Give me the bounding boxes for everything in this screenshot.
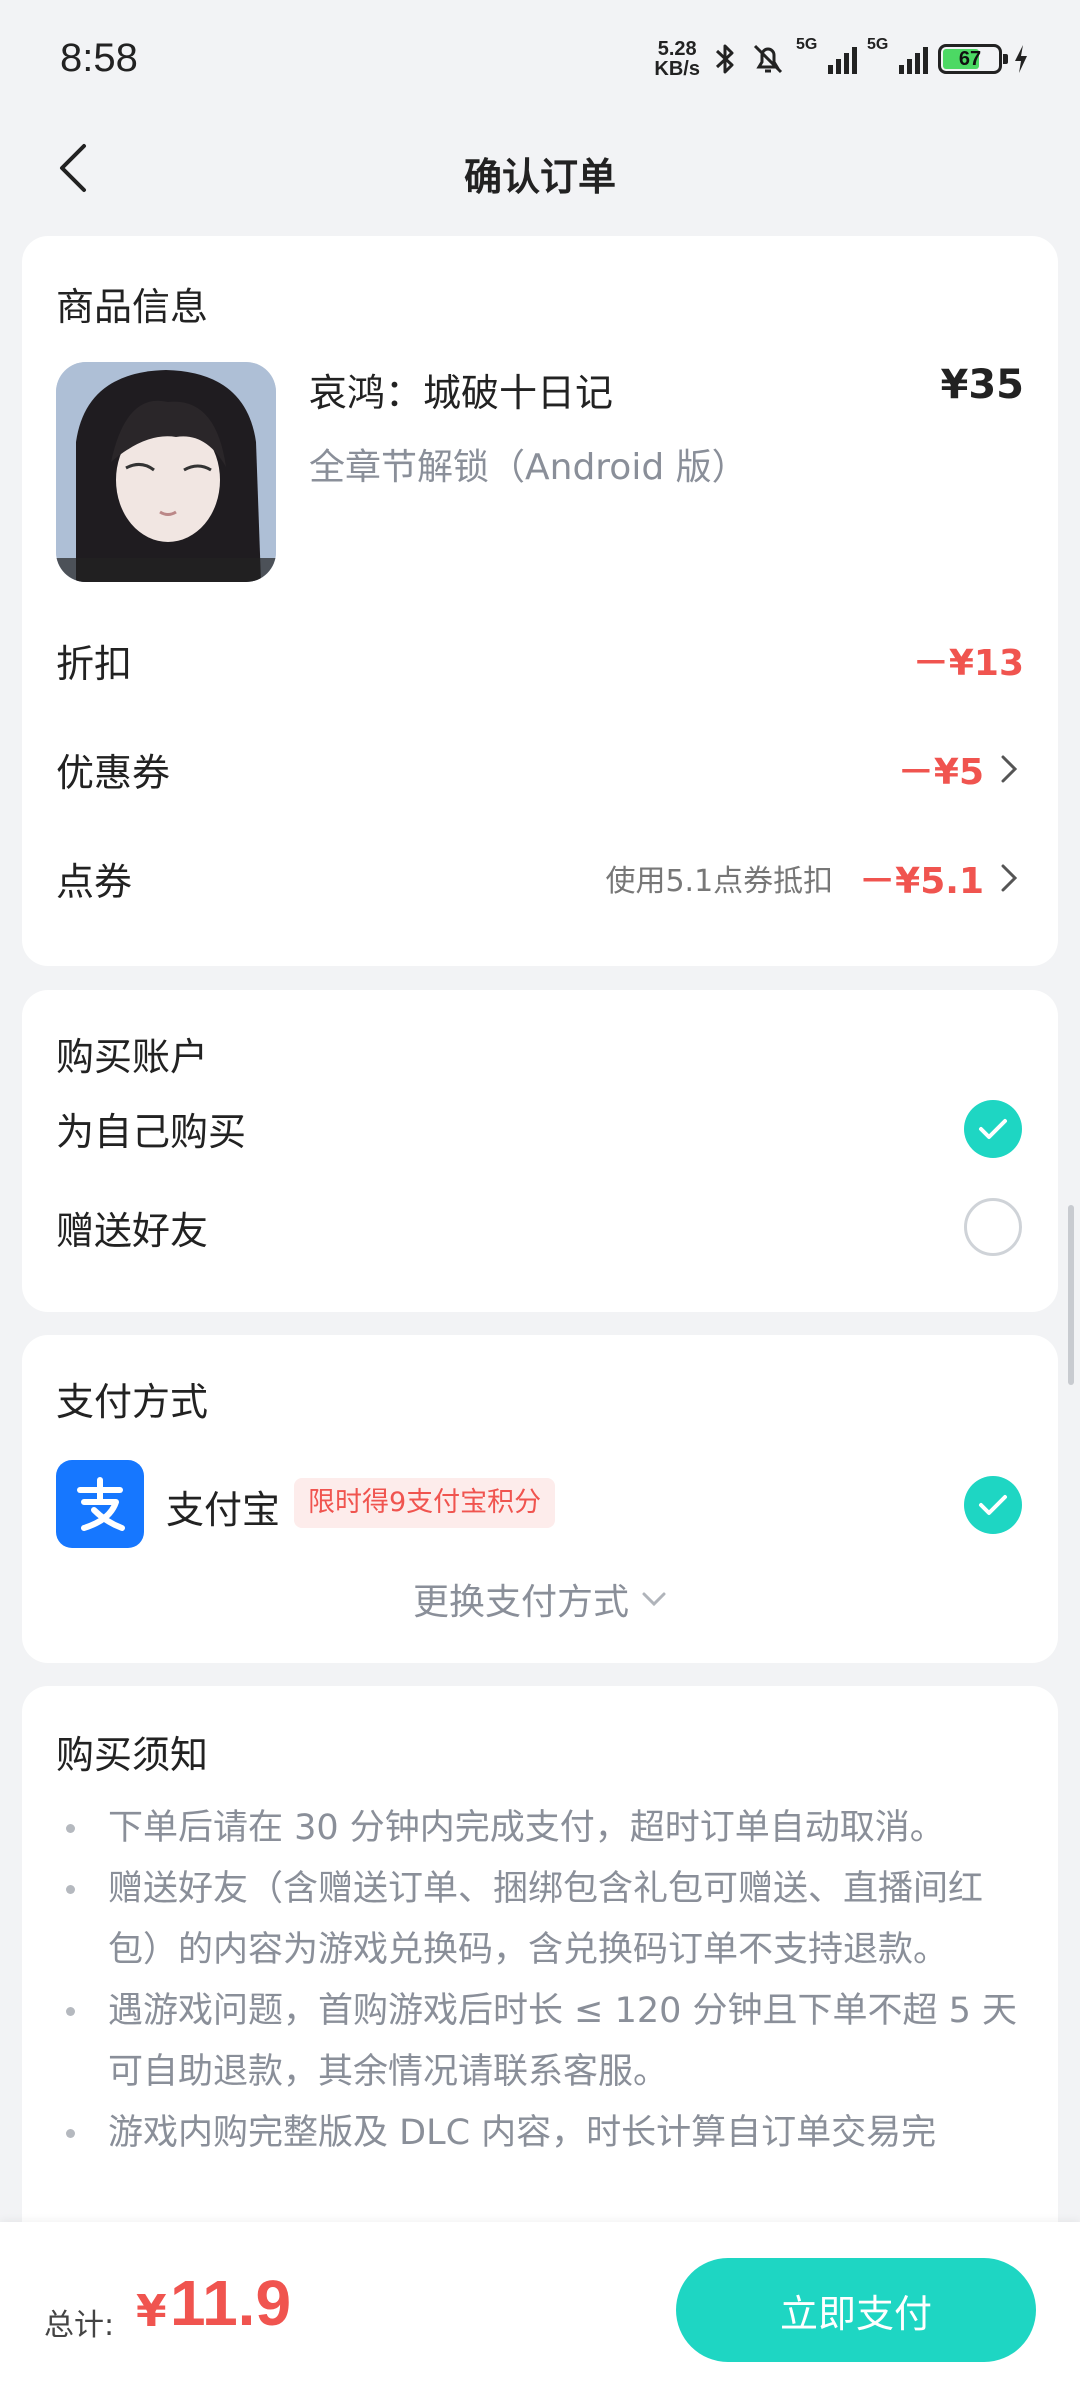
notice-section-title: 购买须知 xyxy=(56,1733,209,1777)
payment-section-title: 支付方式 xyxy=(56,1380,209,1424)
battery-icon: 67 xyxy=(938,44,1008,74)
account-section-title: 购买账户 xyxy=(56,1035,209,1079)
signal-1-icon: 5G xyxy=(796,36,857,74)
status-time: 8:58 xyxy=(60,36,138,80)
points-value: －¥5.1 xyxy=(859,861,984,902)
account-option-self[interactable]: 为自己购买 xyxy=(56,1098,1024,1158)
scrollbar[interactable] xyxy=(1068,1205,1074,1385)
notice-item: 游戏内购完整版及 DLC 内容，时长计算自订单交易完 xyxy=(56,2103,1024,2164)
chevron-down-icon xyxy=(642,1592,666,1607)
product-section-title: 商品信息 xyxy=(56,285,209,329)
notice-item: 赠送好友（含赠送订单、捆绑包含礼包可赠送、直播间红包）的内容为游戏兑换码，含兑换… xyxy=(56,1859,1024,1981)
account-option-label: 赠送好友 xyxy=(56,1208,209,1253)
total-currency: ¥ xyxy=(136,2286,167,2337)
chevron-right-icon xyxy=(994,749,1024,789)
account-option-label: 为自己购买 xyxy=(56,1109,247,1154)
network-speed-unit: KB/s xyxy=(654,58,700,80)
payment-method-name[interactable]: 支付宝 xyxy=(166,1479,280,1534)
chevron-right-icon xyxy=(994,858,1024,898)
total-label: 总计: xyxy=(44,2308,115,2343)
network-speed-value: 5.28 xyxy=(657,38,697,60)
game-cover-image[interactable] xyxy=(56,362,276,582)
account-option-gift[interactable]: 赠送好友 xyxy=(56,1197,1024,1257)
status-bar: 8:58 5.28 KB/s 5G 5G 67 xyxy=(0,0,1080,118)
coupon-row[interactable]: 优惠券 －¥5 xyxy=(56,739,1024,799)
alipay-icon xyxy=(56,1460,144,1548)
change-payment-label: 更换支付方式 xyxy=(412,1582,629,1623)
coupon-value: －¥5 xyxy=(897,752,984,793)
coupon-label: 优惠券 xyxy=(56,750,171,795)
discount-value: －¥13 xyxy=(912,643,1024,684)
points-row[interactable]: 点券 使用5.1点券抵扣 －¥5.1 xyxy=(56,848,1024,908)
mute-bell-icon xyxy=(750,41,786,77)
points-label: 点券 xyxy=(56,859,133,904)
total-price: 11.9 xyxy=(170,2267,292,2339)
pay-now-button[interactable]: 立即支付 xyxy=(676,2258,1036,2362)
purchase-account-card: 购买账户 为自己购买 赠送好友 xyxy=(22,990,1058,1312)
charging-icon xyxy=(1012,43,1030,75)
page-title: 确认订单 xyxy=(463,155,616,199)
check-icon xyxy=(979,1495,1007,1515)
discount-row: 折扣 －¥13 xyxy=(56,630,1024,690)
checkout-bar: 总计: ¥ 11.9 立即支付 xyxy=(0,2222,1080,2400)
promo-badge: 限时得9支付宝积分 xyxy=(294,1478,556,1528)
change-payment-button[interactable]: 更换支付方式 xyxy=(22,1573,1058,1625)
notice-item: 遇游戏问题，首购游戏后时长 ≤ 120 分钟且下单不超 5 天可自助退款，其余情… xyxy=(56,1981,1024,2103)
check-icon xyxy=(979,1119,1007,1139)
notice-list: 下单后请在 30 分钟内完成支付，超时订单自动取消。 赠送好友（含赠送订单、捆绑… xyxy=(56,1798,1024,2164)
signal-2-label: 5G xyxy=(867,36,889,53)
signal-1-label: 5G xyxy=(796,36,818,53)
notice-item: 下单后请在 30 分钟内完成支付，超时订单自动取消。 xyxy=(56,1798,1024,1859)
product-info-card: 商品信息 哀鸿：城破十日记 ¥35 全章节解锁（Android 版） 折扣 －¥… xyxy=(22,236,1058,966)
bluetooth-icon xyxy=(710,41,740,77)
game-title: 哀鸿：城破十日记 xyxy=(309,371,614,415)
game-sku: 全章节解锁（Android 版） xyxy=(309,447,748,488)
points-hint: 使用5.1点券抵扣 xyxy=(605,864,834,899)
header-bar: 确认订单 xyxy=(0,118,1080,218)
network-speed: 5.28 KB/s xyxy=(654,39,700,79)
game-price: ¥35 xyxy=(940,362,1025,408)
battery-level: 67 xyxy=(958,48,982,70)
signal-2-icon: 5G xyxy=(867,36,928,74)
radio-gift-unchecked[interactable] xyxy=(964,1198,1022,1256)
radio-self-checked[interactable] xyxy=(964,1100,1022,1158)
payment-method-card: 支付方式 支付宝 限时得9支付宝积分 更换支付方式 xyxy=(22,1335,1058,1663)
status-icons: 5.28 KB/s 5G 5G 67 xyxy=(654,34,1030,84)
discount-label: 折扣 xyxy=(56,641,133,686)
radio-alipay-checked[interactable] xyxy=(964,1476,1022,1534)
